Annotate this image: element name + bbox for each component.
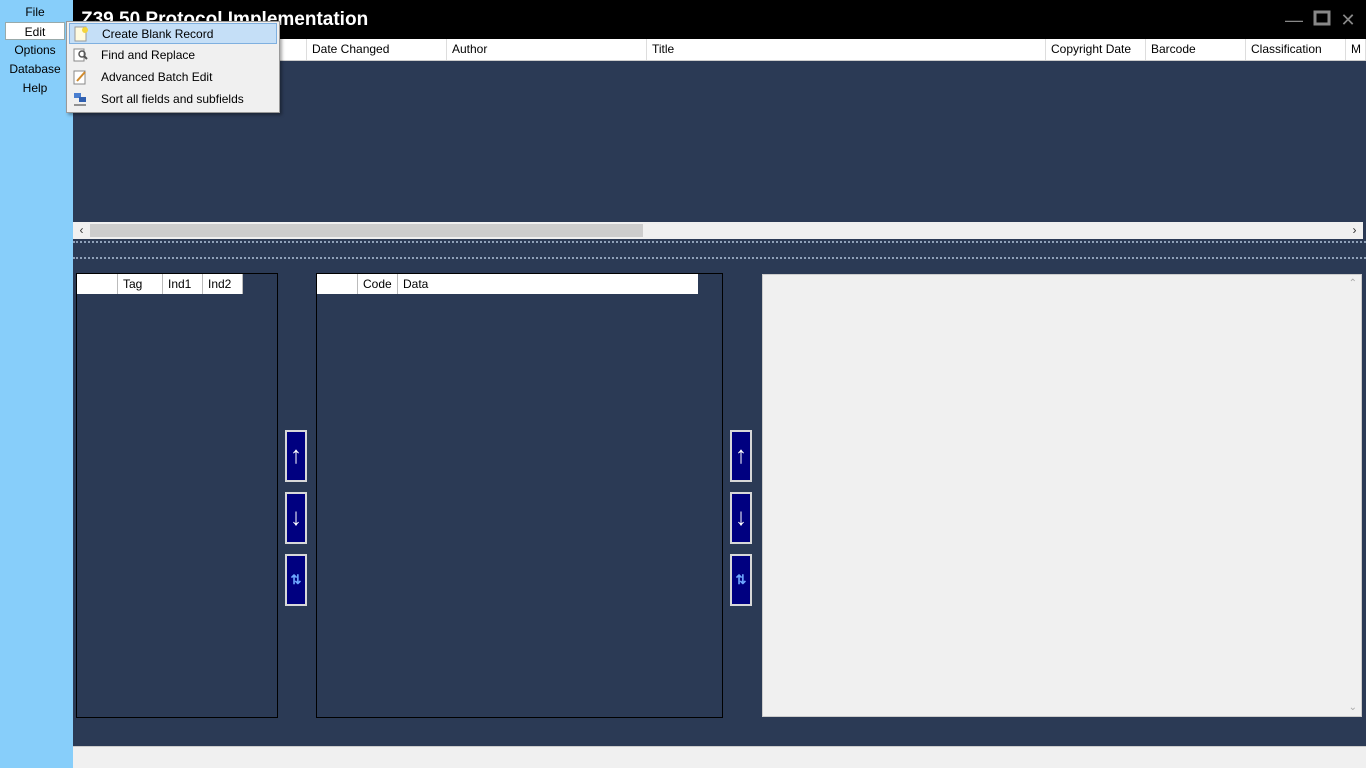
scroll-left-icon[interactable]: ‹ [73,222,90,239]
scroll-right-icon[interactable]: › [1346,222,1363,239]
menu-item-advanced-batch-edit[interactable]: Advanced Batch Edit [69,67,277,88]
fields-panel[interactable]: Tag Ind1 Ind2 [76,273,278,718]
menu-item-sort-all-fields[interactable]: Sort all fields and subfields [69,89,277,110]
move-field-down-button[interactable]: ↓ [285,492,307,544]
scroll-thumb[interactable] [90,224,643,237]
fields-column-ind2[interactable]: Ind2 [203,274,243,294]
subfields-panel[interactable]: Code Data [316,273,723,718]
sort-icon: ⇅ [735,572,747,587]
menu-database[interactable]: Database [5,60,65,78]
sort-icon: ⇅ [290,572,302,587]
column-header-barcode[interactable]: Barcode [1146,39,1246,60]
subfields-column-code[interactable]: Code [358,274,398,294]
subfields-column-data[interactable]: Data [398,274,698,294]
subfields-header: Code Data [317,274,698,294]
scroll-down-icon[interactable]: ⌄ [1349,702,1357,713]
fields-header: Tag Ind1 Ind2 [77,274,243,294]
sort-fields-button[interactable]: ⇅ [285,554,307,606]
main-menu: File Edit Options Database Help [0,0,73,768]
menu-item-create-blank-record[interactable]: Create Blank Record [69,23,277,44]
sort-az-icon [74,93,86,106]
menu-options[interactable]: Options [5,41,65,59]
sort-subfields-button[interactable]: ⇅ [730,554,752,606]
move-subfield-down-button[interactable]: ↓ [730,492,752,544]
find-replace-icon [73,48,88,62]
close-icon[interactable]: ✕ [1337,9,1359,31]
menu-help[interactable]: Help [5,79,65,97]
column-header-title[interactable]: Title [647,39,1046,60]
fields-column-tag[interactable]: Tag [118,274,163,294]
column-header-author[interactable]: Author [447,39,647,60]
batch-edit-icon [73,70,86,85]
menu-edit[interactable]: Edit [5,22,65,40]
record-preview[interactable]: ⌃ ⌄ [762,274,1362,717]
blank-record-icon [74,26,88,42]
splitter[interactable] [73,241,1366,259]
status-bar [73,746,1366,768]
move-field-up-button[interactable]: ↑ [285,430,307,482]
column-header-date-changed[interactable]: Date Changed [307,39,447,60]
move-subfield-up-button[interactable]: ↑ [730,430,752,482]
menu-file[interactable]: File [5,3,65,21]
column-header-classification[interactable]: Classification [1246,39,1346,60]
fields-column-select[interactable] [77,274,118,294]
subfields-column-select[interactable] [317,274,358,294]
scroll-up-icon[interactable]: ⌃ [1349,278,1357,289]
menu-item-find-and-replace[interactable]: Find and Replace [69,45,277,66]
maximize-icon[interactable] [1311,9,1333,31]
horizontal-scrollbar[interactable]: ‹ › [73,222,1363,239]
edit-dropdown-menu: Create Blank Record Find and Replace Adv… [66,21,280,113]
fields-column-ind1[interactable]: Ind1 [163,274,203,294]
column-header-copyright-date[interactable]: Copyright Date [1046,39,1146,60]
column-header-more[interactable]: M [1346,39,1366,60]
minimize-icon[interactable]: — [1283,9,1305,31]
